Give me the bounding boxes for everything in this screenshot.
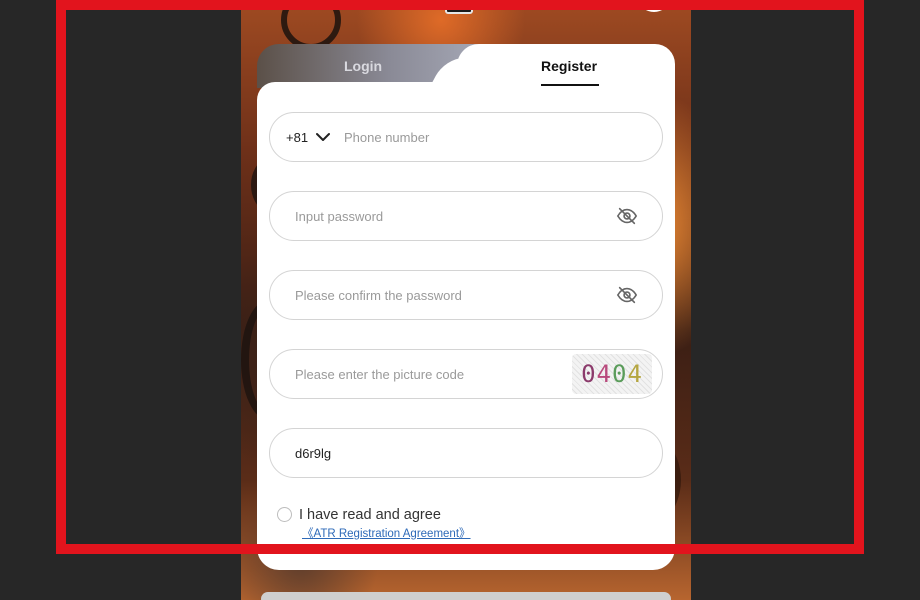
country-code-select[interactable]: +81 [270, 130, 344, 145]
phone-field: +81 [269, 112, 663, 162]
chevron-down-icon [316, 133, 331, 141]
agreement-checkbox[interactable] [277, 507, 292, 522]
agreement-link[interactable]: 《ATR Registration Agreement》 [302, 525, 471, 541]
agreement-row: I have read and agree 《ATR Registration … [277, 506, 471, 541]
logo-icon [445, 2, 473, 14]
confirm-password-input[interactable] [270, 271, 616, 319]
tab-register[interactable]: Register [541, 58, 597, 74]
captcha-digit: 4 [627, 360, 643, 388]
active-tab-indicator [541, 84, 599, 86]
captcha-digit: 0 [581, 360, 597, 388]
background-decoration [281, 0, 341, 50]
captcha-digit: 0 [612, 360, 628, 388]
picture-code-input[interactable] [270, 350, 572, 398]
agreement-label: I have read and agree [299, 507, 441, 523]
invite-code-input[interactable] [270, 429, 662, 477]
phone-input[interactable] [344, 113, 662, 161]
register-card: Login Register +81 0 4 0 [257, 44, 675, 570]
captcha-digit: 4 [596, 360, 612, 388]
confirm-password-field [269, 270, 663, 320]
bottom-button[interactable] [261, 592, 671, 600]
password-field [269, 191, 663, 241]
invite-code-field [269, 428, 663, 478]
eye-off-icon[interactable] [616, 205, 638, 227]
captcha-image[interactable]: 0 4 0 4 [572, 354, 652, 394]
country-code-value: +81 [286, 129, 309, 145]
avatar[interactable] [639, 0, 669, 12]
tab-login[interactable]: Login [344, 58, 382, 74]
picture-code-field: 0 4 0 4 [269, 349, 663, 399]
eye-off-icon[interactable] [616, 284, 638, 306]
password-input[interactable] [270, 192, 616, 240]
